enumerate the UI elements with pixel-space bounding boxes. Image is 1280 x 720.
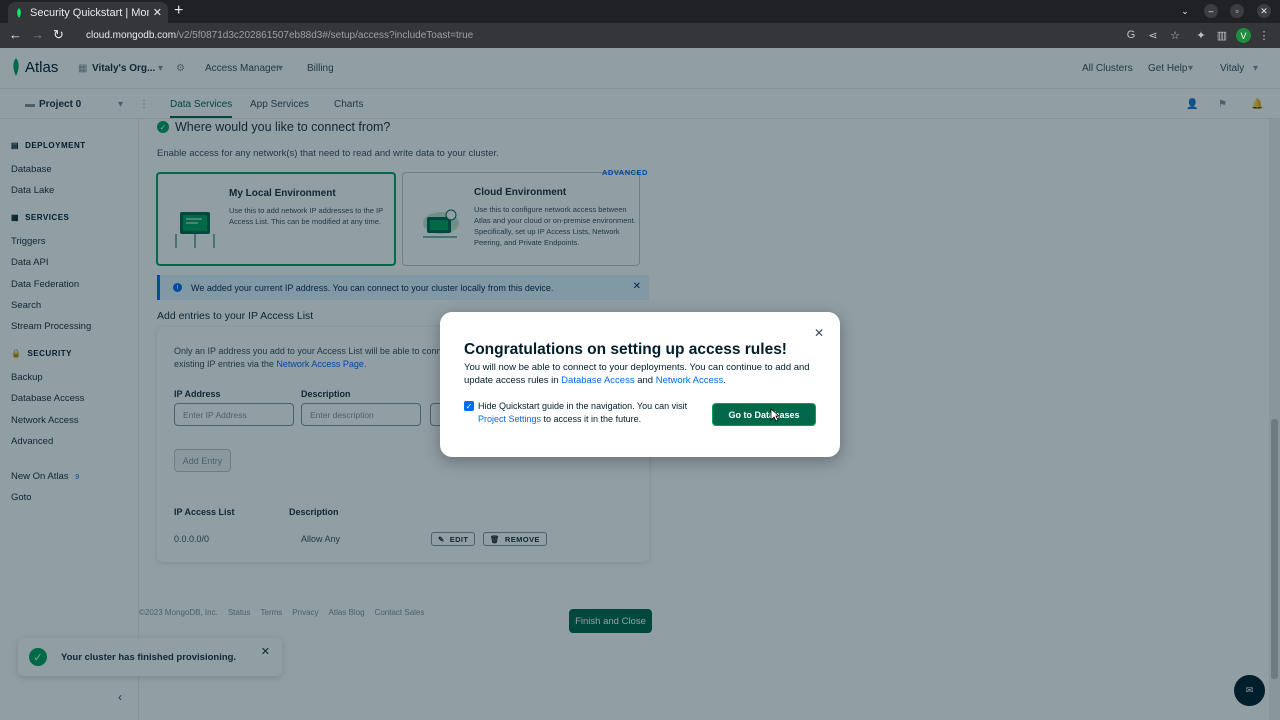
- bookmark-star-icon[interactable]: ☆: [1168, 28, 1182, 42]
- extensions-icon[interactable]: ✦: [1194, 28, 1208, 42]
- network-access-link[interactable]: Network Access: [656, 375, 724, 386]
- reload-icon[interactable]: ↻: [53, 28, 64, 42]
- mongodb-leaf-icon: [17, 7, 21, 18]
- checkbox-text-2: to access it in the future.: [541, 414, 642, 424]
- go-to-databases-button[interactable]: Go to Databases: [712, 403, 816, 426]
- sidepanel-icon[interactable]: ▥: [1215, 28, 1229, 42]
- modal-and: and: [634, 375, 656, 386]
- hide-quickstart-checkbox[interactable]: ✓: [464, 401, 474, 411]
- browser-tabbar: Security Quickstart | Mon ✕ + ⌄ – ▫ ✕: [0, 0, 1280, 23]
- modal-title: Congratulations on setting up access rul…: [464, 341, 787, 358]
- address-bar: ← → ↻ cloud.mongodb.com/v2/5f0871d3c2028…: [0, 23, 1280, 48]
- tab-title: Security Quickstart | Mon: [30, 6, 149, 19]
- google-icon[interactable]: G: [1124, 28, 1138, 42]
- menu-dots-icon[interactable]: ⋮: [1257, 28, 1271, 42]
- url-path: /v2/5f0871d3c202861507eb88d3#/setup/acce…: [176, 30, 474, 41]
- minimize-icon[interactable]: –: [1204, 4, 1218, 18]
- modal-period: .: [723, 375, 726, 386]
- close-modal-icon[interactable]: ✕: [814, 326, 824, 340]
- share-icon[interactable]: ⋖: [1146, 28, 1160, 42]
- tab-search-icon[interactable]: ⌄: [1178, 4, 1192, 18]
- close-tab-icon[interactable]: ✕: [153, 6, 162, 19]
- hide-quickstart-label: Hide Quickstart guide in the navigation.…: [478, 400, 688, 426]
- mouse-cursor-icon: [770, 408, 780, 422]
- restore-icon[interactable]: ▫: [1230, 4, 1244, 18]
- url-field[interactable]: cloud.mongodb.com/v2/5f0871d3c202861507e…: [80, 26, 1100, 45]
- modal-body: You will now be able to connect to your …: [464, 361, 814, 387]
- database-access-link[interactable]: Database Access: [561, 375, 634, 386]
- checkbox-text-1: Hide Quickstart guide in the navigation.…: [478, 401, 688, 411]
- project-settings-link[interactable]: Project Settings: [478, 414, 541, 424]
- profile-avatar[interactable]: V: [1236, 28, 1251, 43]
- new-tab-icon[interactable]: +: [174, 3, 183, 19]
- close-window-icon[interactable]: ✕: [1257, 4, 1271, 18]
- back-icon[interactable]: ←: [9, 28, 22, 42]
- forward-icon[interactable]: →: [31, 28, 44, 42]
- url-host: cloud.mongodb.com: [86, 30, 177, 41]
- browser-tab[interactable]: Security Quickstart | Mon ✕: [8, 2, 168, 23]
- congratulations-modal: ✕ Congratulations on setting up access r…: [440, 312, 840, 457]
